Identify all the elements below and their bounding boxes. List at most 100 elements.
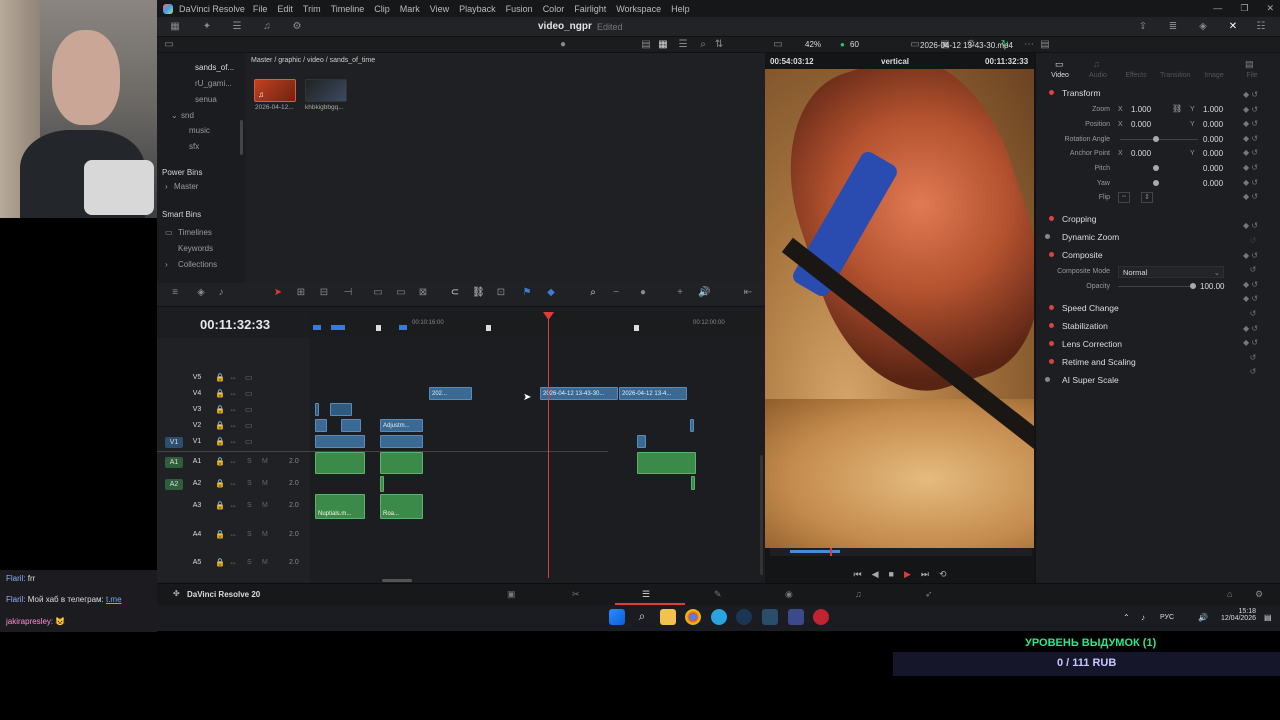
menu-color[interactable]: Color bbox=[543, 4, 565, 14]
sound-library-icon[interactable]: ♫ bbox=[261, 21, 273, 32]
anchor-y-field[interactable]: 0.000 bbox=[1203, 149, 1223, 158]
position-y-field[interactable]: 0.000 bbox=[1203, 120, 1223, 129]
lock-track-icon[interactable]: 🔒 bbox=[215, 373, 225, 382]
insert-icon[interactable]: ▭ bbox=[372, 287, 384, 298]
audio-clip[interactable] bbox=[315, 452, 365, 474]
auto-select-icon[interactable]: ⇔ bbox=[229, 479, 237, 488]
inspector-panel-icon[interactable]: ▤ bbox=[1039, 39, 1051, 50]
enable-dot[interactable] bbox=[1049, 90, 1054, 95]
smart-bin-timelines[interactable]: Timelines bbox=[178, 228, 212, 237]
ruler-marker[interactable] bbox=[376, 325, 381, 331]
clip-thumbnail[interactable]: ♫ bbox=[254, 79, 296, 102]
mixer-icon[interactable]: ≣ bbox=[1167, 21, 1179, 32]
menu-trim[interactable]: Trim bbox=[303, 4, 321, 14]
auto-select-icon[interactable]: ⇔ bbox=[229, 373, 237, 382]
auto-select-icon[interactable]: ⇔ bbox=[229, 389, 237, 398]
maximize-icon[interactable]: ❐ bbox=[1240, 3, 1248, 14]
section-retime-scaling[interactable]: Retime and Scaling bbox=[1062, 357, 1136, 367]
auto-select-icon[interactable]: ⇔ bbox=[229, 501, 237, 510]
bin-item[interactable]: rU_gami... bbox=[195, 79, 232, 88]
steam-icon[interactable] bbox=[736, 609, 752, 625]
sort-icon[interactable]: ⇅ bbox=[713, 39, 725, 50]
position-x-field[interactable]: 0.000 bbox=[1131, 120, 1151, 129]
timeline-clip[interactable]: 202... bbox=[429, 387, 472, 400]
volume-tray-icon[interactable]: 🔊 bbox=[1198, 613, 1208, 622]
keyboard-language[interactable]: РУС bbox=[1160, 614, 1174, 621]
home-icon[interactable]: ⌂ bbox=[1227, 589, 1232, 599]
auto-select-icon[interactable]: ⇔ bbox=[229, 437, 237, 446]
fairlight-page-icon[interactable]: ♫ bbox=[855, 589, 862, 599]
viewer-layout-icon[interactable]: ▭ bbox=[772, 39, 784, 50]
resolve-taskbar-icon[interactable] bbox=[762, 609, 778, 625]
mute-button[interactable]: M bbox=[262, 480, 268, 487]
bin-scrollbar[interactable] bbox=[240, 120, 243, 155]
edit-page-icon[interactable]: ☰ bbox=[642, 589, 650, 600]
go-to-start-icon[interactable]: ⏮ bbox=[853, 569, 861, 580]
go-to-end-icon[interactable]: ⏭ bbox=[921, 569, 929, 580]
viewer-timeline-name[interactable]: vertical bbox=[881, 57, 909, 66]
section-transform[interactable]: Transform bbox=[1062, 88, 1100, 98]
section-ai-super-scale[interactable]: AI Super Scale bbox=[1062, 375, 1119, 385]
zoom-slider-knob[interactable]: ● bbox=[637, 287, 649, 298]
share-icon[interactable]: ⇪ bbox=[1137, 21, 1149, 32]
app-taskbar-icon[interactable] bbox=[788, 609, 804, 625]
menu-workspace[interactable]: Workspace bbox=[616, 4, 661, 14]
panel-toggle-icon[interactable]: ▭ bbox=[163, 39, 175, 50]
enable-dot[interactable] bbox=[1049, 252, 1054, 257]
auto-select-icon[interactable]: ⇔ bbox=[229, 457, 237, 466]
enable-dot[interactable] bbox=[1045, 234, 1050, 239]
section-cropping[interactable]: Cropping bbox=[1062, 214, 1097, 224]
inspector-icon[interactable]: ✕ bbox=[1227, 21, 1239, 32]
fusion-page-icon[interactable]: ✎ bbox=[714, 589, 722, 600]
timeline-clip[interactable] bbox=[380, 435, 423, 448]
audio-clip[interactable]: Nuptials.m... bbox=[315, 494, 365, 519]
tab-video[interactable]: Video bbox=[1045, 72, 1075, 79]
color-page-icon[interactable]: ◉ bbox=[785, 589, 793, 600]
deliver-page-icon[interactable]: ➶ bbox=[925, 589, 933, 600]
audio-meter-icon[interactable]: ♪ bbox=[215, 287, 227, 298]
zoom-x-field[interactable]: 1.000 bbox=[1131, 105, 1151, 114]
track-visibility-icon[interactable]: ▭ bbox=[245, 421, 253, 430]
tools-icon[interactable]: ⚙ bbox=[291, 21, 303, 32]
chat-link[interactable]: t.me bbox=[106, 595, 122, 604]
section-lens-correction[interactable]: Lens Correction bbox=[1062, 339, 1122, 349]
source-patch-v1[interactable]: V1 bbox=[165, 437, 183, 448]
mute-button[interactable]: M bbox=[262, 531, 268, 538]
source-patch-a1[interactable]: A1 bbox=[165, 457, 183, 468]
ruler-marker[interactable] bbox=[331, 325, 345, 330]
solo-button[interactable]: S bbox=[247, 531, 252, 538]
cut-page-icon[interactable]: ✂ bbox=[572, 589, 580, 600]
menu-edit[interactable]: Edit bbox=[277, 4, 293, 14]
menu-file[interactable]: File bbox=[253, 4, 268, 14]
dynamic-trim-icon[interactable]: ⊟ bbox=[318, 287, 330, 298]
opacity-field[interactable]: 100.00 bbox=[1200, 282, 1224, 291]
tray-chevron-icon[interactable]: ⌃ bbox=[1123, 613, 1130, 622]
blade-tool-icon[interactable]: ⊣ bbox=[342, 287, 354, 298]
timeline-vscrollbar[interactable] bbox=[760, 455, 763, 575]
audio-clip[interactable] bbox=[691, 476, 695, 490]
timeline-clip[interactable] bbox=[315, 435, 365, 448]
enable-dot[interactable] bbox=[1049, 323, 1054, 328]
linked-selection-icon[interactable]: ⛓ bbox=[472, 287, 485, 298]
notification-icon[interactable]: ▤ bbox=[1264, 613, 1272, 622]
list-view-icon[interactable]: ▤ bbox=[640, 39, 652, 50]
chevron-right-icon[interactable]: › bbox=[165, 260, 168, 269]
lock-track-icon[interactable]: 🔒 bbox=[215, 558, 225, 567]
media-pool-icon[interactable]: ▦ bbox=[169, 21, 181, 32]
edit-index-icon[interactable]: ☰ bbox=[231, 21, 243, 32]
auto-select-icon[interactable]: ⇔ bbox=[229, 558, 237, 567]
bin-item[interactable]: senua bbox=[195, 95, 217, 104]
timeline-options-icon[interactable]: ⇤ bbox=[742, 287, 754, 298]
track-visibility-icon[interactable]: ▭ bbox=[245, 405, 253, 414]
audio-clip[interactable] bbox=[637, 452, 696, 474]
solo-button[interactable]: S bbox=[247, 458, 252, 465]
source-patch-a2[interactable]: A2 bbox=[165, 479, 183, 490]
mute-button[interactable]: M bbox=[262, 458, 268, 465]
settings-icon[interactable]: ☷ bbox=[1255, 21, 1267, 32]
enable-dot[interactable] bbox=[1049, 341, 1054, 346]
timeline-clip[interactable] bbox=[690, 419, 694, 432]
lock-track-icon[interactable]: 🔒 bbox=[215, 437, 225, 446]
smart-bin-collections[interactable]: Collections bbox=[178, 260, 217, 269]
yaw-field[interactable]: 0.000 bbox=[1203, 179, 1223, 188]
enable-dot[interactable] bbox=[1045, 377, 1050, 382]
